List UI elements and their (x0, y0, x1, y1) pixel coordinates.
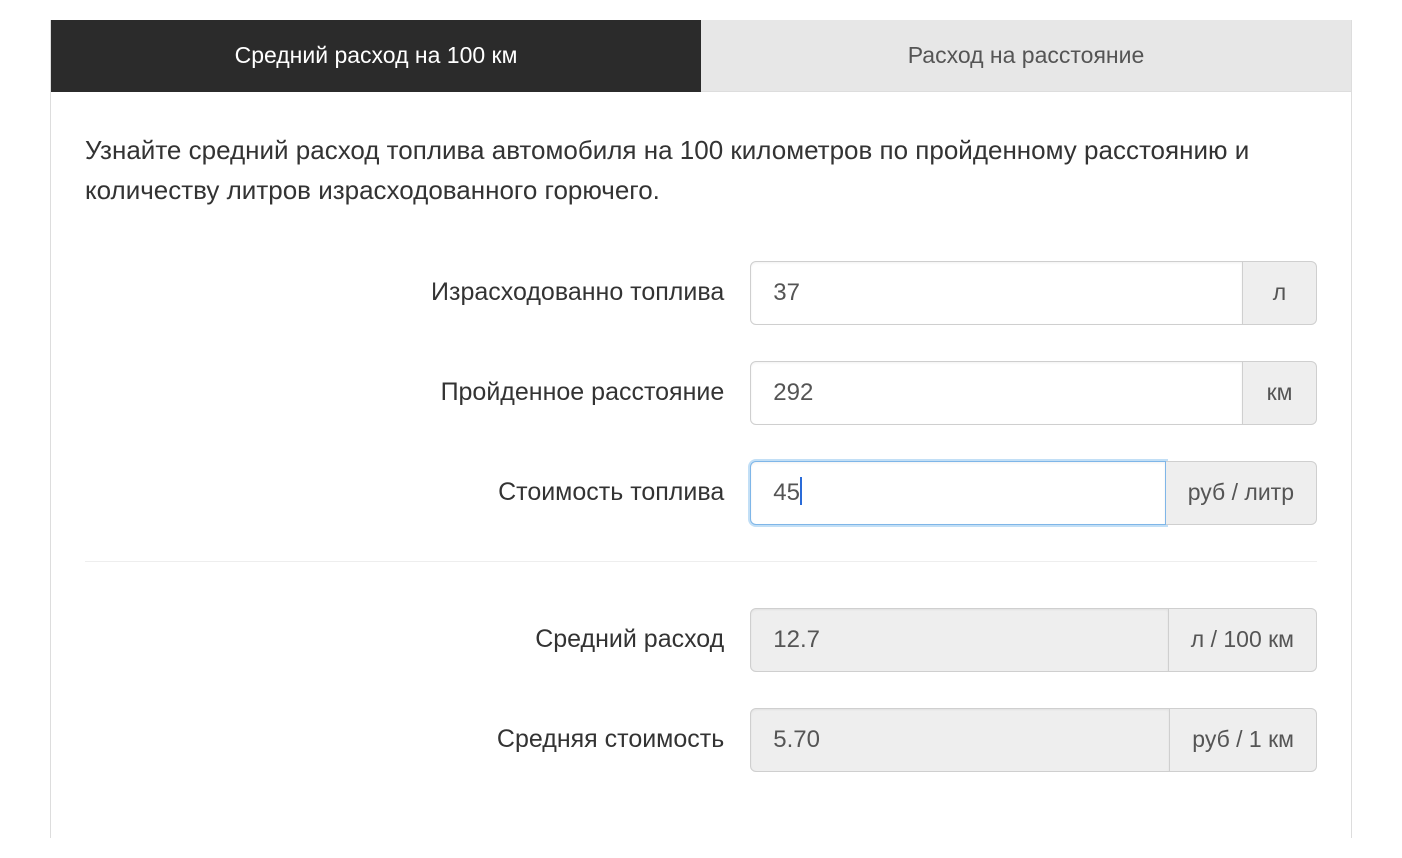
content-area: Узнайте средний расход топлива автомобил… (51, 92, 1351, 838)
tab-by-distance[interactable]: Расход на расстояние (701, 20, 1351, 92)
description-text: Узнайте средний расход топлива автомобил… (85, 130, 1317, 211)
group-avg-cost: руб / 1 км (750, 708, 1317, 772)
tab-bar: Средний расход на 100 км Расход на расст… (51, 20, 1351, 92)
divider (85, 561, 1317, 562)
input-fuel-cost[interactable]: 45 (750, 461, 1166, 525)
row-avg-consumption: Средний расход л / 100 км (85, 608, 1317, 672)
input-fuel-consumed[interactable] (750, 261, 1243, 325)
group-fuel-consumed: л (750, 261, 1317, 325)
tab-avg-per-100km[interactable]: Средний расход на 100 км (51, 20, 701, 92)
row-fuel-cost: Стоимость топлива 45 руб / литр (85, 461, 1317, 525)
row-fuel-consumed: Израсходованно топлива л (85, 261, 1317, 325)
row-avg-cost: Средняя стоимость руб / 1 км (85, 708, 1317, 772)
unit-avg-cost: руб / 1 км (1170, 708, 1317, 772)
input-distance[interactable] (750, 361, 1243, 425)
calculator-panel: Средний расход на 100 км Расход на расст… (50, 20, 1352, 838)
label-avg-consumption: Средний расход (85, 625, 750, 654)
label-distance: Пройденное расстояние (85, 378, 750, 407)
group-distance: км (750, 361, 1317, 425)
output-avg-cost (750, 708, 1170, 772)
input-fuel-cost-value: 45 (773, 479, 800, 507)
group-avg-consumption: л / 100 км (750, 608, 1317, 672)
text-caret (800, 477, 802, 505)
output-avg-consumption (750, 608, 1169, 672)
label-avg-cost: Средняя стоимость (85, 725, 750, 754)
unit-fuel-consumed: л (1243, 261, 1317, 325)
row-distance: Пройденное расстояние км (85, 361, 1317, 425)
unit-avg-consumption: л / 100 км (1169, 608, 1317, 672)
label-fuel-consumed: Израсходованно топлива (85, 278, 750, 307)
group-fuel-cost: 45 руб / литр (750, 461, 1317, 525)
unit-distance: км (1243, 361, 1317, 425)
label-fuel-cost: Стоимость топлива (85, 478, 750, 507)
unit-fuel-cost: руб / литр (1166, 461, 1317, 525)
